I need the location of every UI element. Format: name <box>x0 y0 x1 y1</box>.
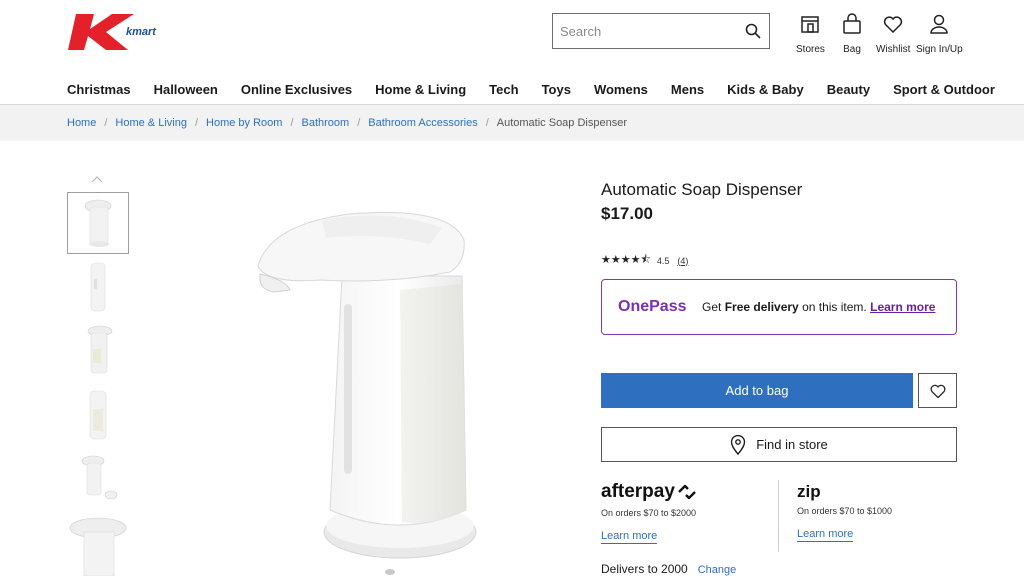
bag-icon <box>843 13 861 34</box>
onepass-msg-suffix: on this item. <box>798 300 871 314</box>
breadcrumb-separator: / <box>194 117 199 129</box>
onepass-banner: OnePass Get Free delivery on this item. … <box>601 279 957 335</box>
chevron-up-icon[interactable] <box>90 174 104 184</box>
location-pin-icon <box>731 434 746 455</box>
find-in-store-button[interactable]: Find in store <box>601 427 957 462</box>
nav-toys[interactable]: Toys <box>542 82 571 100</box>
breadcrumb-bathroom[interactable]: Bathroom <box>302 117 350 129</box>
afterpay-wordmark: afterpay <box>601 481 675 502</box>
add-to-bag-button[interactable]: Add to bag <box>601 373 913 408</box>
onepass-learn-more-link[interactable]: Learn more <box>870 300 935 314</box>
afterpay-logo: afterpay <box>601 480 698 504</box>
breadcrumb-separator: / <box>104 117 108 129</box>
breadcrumb-separator: / <box>357 117 361 129</box>
soap-dispenser-thumbnail <box>84 199 112 247</box>
find-in-store-label: Find in store <box>756 437 828 452</box>
zip-info: zip On orders $70 to $1000 Learn more <box>797 480 892 542</box>
rating-stars-icon: ★★★★⯪ <box>601 254 651 266</box>
logo-wordmark: kmart <box>126 26 157 38</box>
nav-tech[interactable]: Tech <box>489 82 518 100</box>
bag-label: Bag <box>843 44 861 55</box>
breadcrumb-current: Automatic Soap Dispenser <box>496 117 627 129</box>
soap-dispenser-thumbnail <box>89 390 107 440</box>
zip-orders: On orders $70 to $1000 <box>797 506 893 516</box>
store-icon <box>801 16 820 33</box>
breadcrumb-home[interactable]: Home <box>67 117 96 129</box>
afterpay-arrows-icon <box>678 484 696 500</box>
review-count-link[interactable]: (4) <box>677 256 688 266</box>
breadcrumb-separator: / <box>485 117 489 129</box>
heart-icon <box>930 384 945 398</box>
breadcrumb: Home / Home & Living / Home by Room / Ba… <box>0 105 1024 141</box>
stores-label: Stores <box>796 44 825 55</box>
wishlist-label: Wishlist <box>876 44 911 55</box>
afterpay-info: afterpay On orders $70 to $2000 Learn mo… <box>601 480 698 544</box>
soap-dispenser-thumbnail <box>69 517 127 576</box>
product-price: $17.00 <box>601 204 653 223</box>
nav-mens[interactable]: Mens <box>671 82 704 100</box>
bag-link[interactable]: Bag <box>841 13 863 55</box>
afterpay-learn-more-link[interactable]: Learn more <box>601 530 658 544</box>
wishlist-link[interactable]: Wishlist <box>876 13 910 55</box>
breadcrumb-home-by-room[interactable]: Home by Room <box>206 117 282 129</box>
zip-logo: zip <box>797 480 892 504</box>
breadcrumb-home-living[interactable]: Home & Living <box>115 117 187 129</box>
nav-online-exclusives[interactable]: Online Exclusives <box>241 82 352 100</box>
afterpay-orders: On orders $70 to $2000 <box>601 508 697 518</box>
soap-dispenser-thumbnail <box>87 325 113 374</box>
zip-wordmark: zip <box>797 482 821 501</box>
delivery-location: Delivers to 2000 Change <box>601 562 736 576</box>
thumbnail-5[interactable] <box>67 448 129 510</box>
breadcrumb-bathroom-accessories[interactable]: Bathroom Accessories <box>368 117 477 129</box>
category-nav: Christmas Halloween Online Exclusives Ho… <box>67 82 1018 100</box>
rating-value: 4.5 <box>656 255 670 266</box>
thumbnail-3[interactable] <box>67 320 129 382</box>
search-input[interactable] <box>553 14 736 48</box>
search-icon[interactable] <box>736 14 769 48</box>
sign-in-label: Sign In/Up <box>916 44 963 55</box>
change-location-link[interactable]: Change <box>698 564 737 576</box>
thumbnail-4[interactable] <box>67 384 129 446</box>
payment-divider <box>778 480 779 552</box>
nav-halloween[interactable]: Halloween <box>154 82 218 100</box>
nav-womens[interactable]: Womens <box>594 82 648 100</box>
onepass-msg-bold: Free delivery <box>724 300 799 314</box>
nav-beauty[interactable]: Beauty <box>827 82 870 100</box>
thumbnail-1[interactable] <box>67 192 129 254</box>
sign-in-link[interactable]: Sign In/Up <box>916 13 963 55</box>
user-icon <box>930 14 949 34</box>
stores-link[interactable]: Stores <box>796 13 825 55</box>
thumbnail-2[interactable] <box>67 256 129 318</box>
add-to-wishlist-button[interactable] <box>918 373 957 408</box>
soap-dispenser-thumbnail <box>90 262 106 312</box>
thumbnail-6[interactable] <box>67 512 129 576</box>
breadcrumb-separator: / <box>290 117 294 129</box>
nav-sport-outdoor[interactable]: Sport & Outdoor <box>893 82 995 100</box>
product-image[interactable] <box>230 180 500 576</box>
soap-dispenser-thumbnail <box>81 455 118 500</box>
search-box[interactable] <box>552 13 770 49</box>
onepass-message: Get Free delivery on this item. Learn mo… <box>702 300 952 314</box>
kmart-logo[interactable]: kmart <box>68 12 194 52</box>
onepass-msg-prefix: Get <box>702 300 725 314</box>
nav-home-living[interactable]: Home & Living <box>375 82 466 100</box>
product-title: Automatic Soap Dispenser <box>601 180 803 199</box>
delivery-text: Delivers to 2000 <box>601 562 688 576</box>
nav-christmas[interactable]: Christmas <box>67 82 131 100</box>
onepass-logo: OnePass <box>618 298 687 315</box>
site-header: kmart Stores Bag Wishlist Sign In/Up Chr… <box>0 0 1024 105</box>
zip-learn-more-link[interactable]: Learn more <box>797 528 854 542</box>
nav-kids-baby[interactable]: Kids & Baby <box>727 82 804 100</box>
heart-icon <box>884 16 903 34</box>
product-rating: ★★★★⯪ 4.5 (4) <box>601 251 688 270</box>
